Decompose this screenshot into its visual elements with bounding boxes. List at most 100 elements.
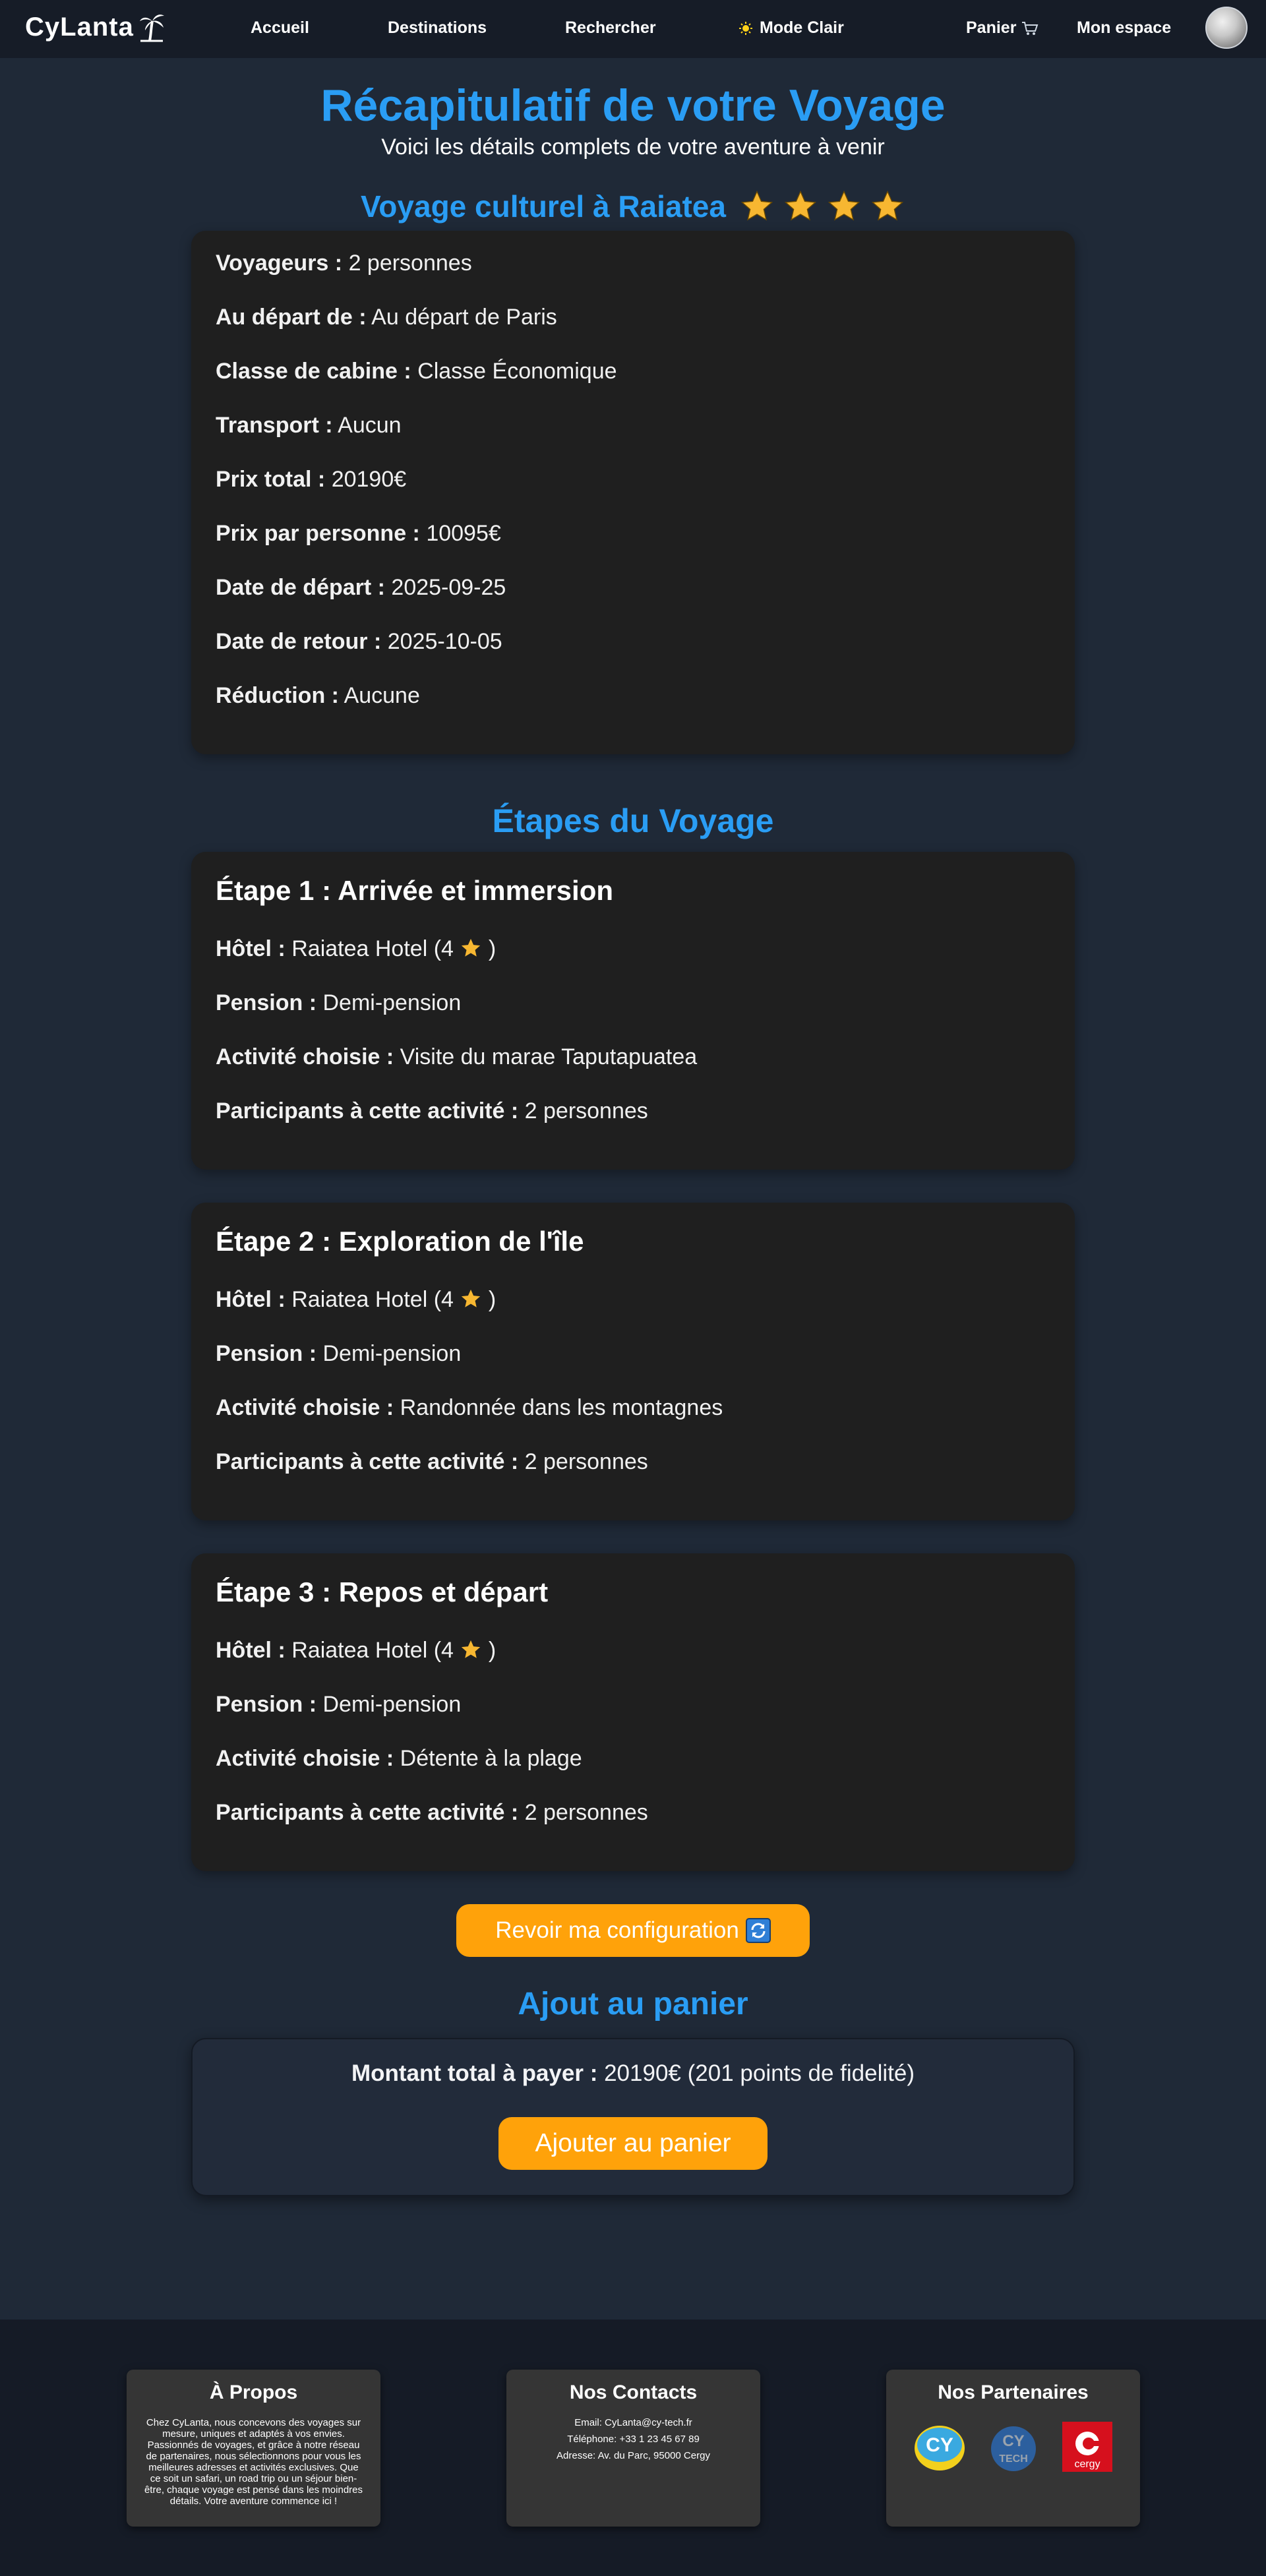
avatar[interactable]: [1205, 7, 1248, 49]
cy-tech-logo[interactable]: CY TECH: [986, 2420, 1040, 2474]
detail-label: Au départ de :: [216, 305, 367, 330]
detail-label: Date de retour :: [216, 629, 382, 654]
step-hotel-row: Hôtel : Raiatea Hotel (4 ): [216, 1636, 1050, 1664]
svg-text:CY: CY: [1002, 2432, 1024, 2450]
hotel-suffix: ): [488, 1287, 497, 1312]
step-title: Étape 3 : Repos et départ: [216, 1576, 549, 1607]
detail-value: 20190€: [331, 467, 407, 492]
step-participants-row: Participants à cette activité : 2 person…: [216, 1799, 1050, 1826]
pension-label: Pension :: [216, 1341, 317, 1366]
detail-row: Réduction : Aucune: [216, 682, 1050, 709]
contacts-title: Nos Contacts: [569, 2381, 698, 2403]
participants-value: 2 personnes: [524, 1098, 648, 1123]
star-icon: [828, 190, 860, 221]
cart-total-value: 20190€ (201 points de fidelité): [604, 2060, 915, 2086]
trip-title: Voyage culturel à Raiatea: [0, 189, 1266, 224]
add-to-cart-button[interactable]: Ajouter au panier: [498, 2117, 768, 2170]
cart-card: Montant total à payer : 20190€ (201 poin…: [191, 2038, 1075, 2196]
detail-label: Classe de cabine :: [216, 359, 411, 384]
participants-label: Participants à cette activité :: [216, 1800, 519, 1825]
trip-rating-stars: [739, 189, 905, 224]
detail-label: Prix total :: [216, 467, 326, 492]
contact-list: Email: CyLanta@cy-tech.fr Téléphone: +33…: [506, 2417, 760, 2461]
review-configuration-button[interactable]: Revoir ma configuration: [456, 1904, 810, 1957]
detail-label: Voyageurs :: [216, 251, 343, 276]
footer: À Propos Chez CyLanta, nous concevons de…: [0, 2320, 1266, 2576]
hotel-value: Raiatea Hotel (4: [291, 1287, 454, 1312]
detail-value: Au départ de Paris: [371, 305, 557, 330]
partners-title: Nos Partenaires: [938, 2381, 1089, 2403]
step-card: Étape 2 : Exploration de l'île Hôtel : R…: [191, 1203, 1075, 1520]
detail-row: Prix total : 20190€: [216, 465, 1050, 493]
step-card: Étape 3 : Repos et départ Hôtel : Raiate…: [191, 1553, 1075, 1871]
partners-box: Nos Partenaires CY CY TECH cergy: [886, 2370, 1140, 2527]
star-icon: [871, 190, 904, 221]
participants-label: Participants à cette activité :: [216, 1098, 519, 1123]
detail-label: Date de départ :: [216, 575, 385, 600]
detail-row: Prix par personne : 10095€: [216, 520, 1050, 547]
hotel-label: Hôtel :: [216, 1638, 286, 1663]
detail-row: Date de retour : 2025-10-05: [216, 628, 1050, 655]
hotel-value: Raiatea Hotel (4: [291, 1638, 454, 1663]
palm-tree-icon: [139, 15, 164, 42]
theme-toggle-label: Mode Clair: [760, 18, 844, 37]
detail-row: Voyageurs : 2 personnes: [216, 249, 1050, 277]
steps-section-title: Étapes du Voyage: [492, 802, 774, 839]
hotel-label: Hôtel :: [216, 936, 286, 961]
about-text: Chez CyLanta, nous concevons des voyages…: [144, 2417, 363, 2507]
step-card: Étape 1 : Arrivée et immersion Hôtel : R…: [191, 852, 1075, 1170]
shopping-cart-icon: [1022, 21, 1039, 35]
detail-value: 2025-09-25: [391, 575, 506, 600]
nav-accueil-link[interactable]: Accueil: [251, 18, 309, 38]
step-activity-row: Activité choisie : Visite du marae Taput…: [216, 1043, 1050, 1071]
step-title: Étape 1 : Arrivée et immersion: [216, 875, 614, 906]
detail-value: Aucune: [344, 683, 420, 708]
step-hotel-row: Hôtel : Raiatea Hotel (4 ): [216, 1286, 1050, 1313]
nav-destinations-link[interactable]: Destinations: [388, 18, 487, 38]
star-icon: [784, 190, 817, 221]
account-link[interactable]: Mon espace: [1077, 18, 1171, 38]
detail-label: Transport :: [216, 413, 333, 438]
activity-label: Activité choisie :: [216, 1395, 394, 1420]
activity-label: Activité choisie :: [216, 1746, 394, 1771]
detail-value: Aucun: [338, 413, 402, 438]
cy-university-logo[interactable]: CY: [913, 2420, 967, 2474]
contacts-box: Nos Contacts Email: CyLanta@cy-tech.fr T…: [506, 2370, 760, 2527]
contact-address: Adresse: Av. du Parc, 95000 Cergy: [557, 2450, 710, 2461]
detail-row: Classe de cabine : Classe Économique: [216, 357, 1050, 385]
detail-row: Au départ de : Au départ de Paris: [216, 303, 1050, 331]
detail-label: Prix par personne :: [216, 521, 420, 546]
sun-icon: [739, 21, 752, 35]
activity-value: Visite du marae Taputapuatea: [400, 1044, 698, 1069]
participants-value: 2 personnes: [524, 1449, 648, 1474]
detail-label: Réduction :: [216, 683, 339, 708]
step-participants-row: Participants à cette activité : 2 person…: [216, 1448, 1050, 1476]
pension-value: Demi-pension: [322, 990, 462, 1015]
theme-toggle-button[interactable]: Mode Clair: [738, 18, 844, 38]
detail-row: Date de départ : 2025-09-25: [216, 574, 1050, 601]
hotel-suffix: ): [488, 1638, 497, 1663]
star-icon: [462, 1640, 481, 1658]
activity-value: Détente à la plage: [400, 1746, 582, 1771]
about-title: À Propos: [209, 2381, 298, 2403]
logo-text: CyLanta: [25, 12, 134, 42]
hotel-label: Hôtel :: [216, 1287, 286, 1312]
pension-label: Pension :: [216, 990, 317, 1015]
svg-text:TECH: TECH: [999, 2453, 1028, 2465]
review-configuration-label: Revoir ma configuration: [495, 1917, 739, 1943]
top-navbar: CyLanta Accueil Destinations Rechercher …: [0, 0, 1266, 58]
cart-link[interactable]: Panier: [966, 18, 1039, 38]
trip-summary-card: Voyageurs : 2 personnes Au départ de : A…: [191, 231, 1075, 754]
step-activity-row: Activité choisie : Détente à la plage: [216, 1745, 1050, 1772]
detail-row: Transport : Aucun: [216, 411, 1050, 439]
cart-link-label: Panier: [966, 18, 1017, 37]
pension-label: Pension :: [216, 1692, 317, 1717]
detail-value: 2025-10-05: [387, 629, 502, 654]
svg-text:CY: CY: [926, 2434, 953, 2456]
logo[interactable]: CyLanta: [25, 12, 166, 42]
contact-email[interactable]: Email: CyLanta@cy-tech.fr: [506, 2417, 760, 2428]
detail-value: 10095€: [426, 521, 501, 546]
cergy-logo[interactable]: cergy: [1060, 2420, 1114, 2474]
detail-value: 2 personnes: [348, 251, 472, 276]
nav-rechercher-link[interactable]: Rechercher: [565, 18, 656, 38]
